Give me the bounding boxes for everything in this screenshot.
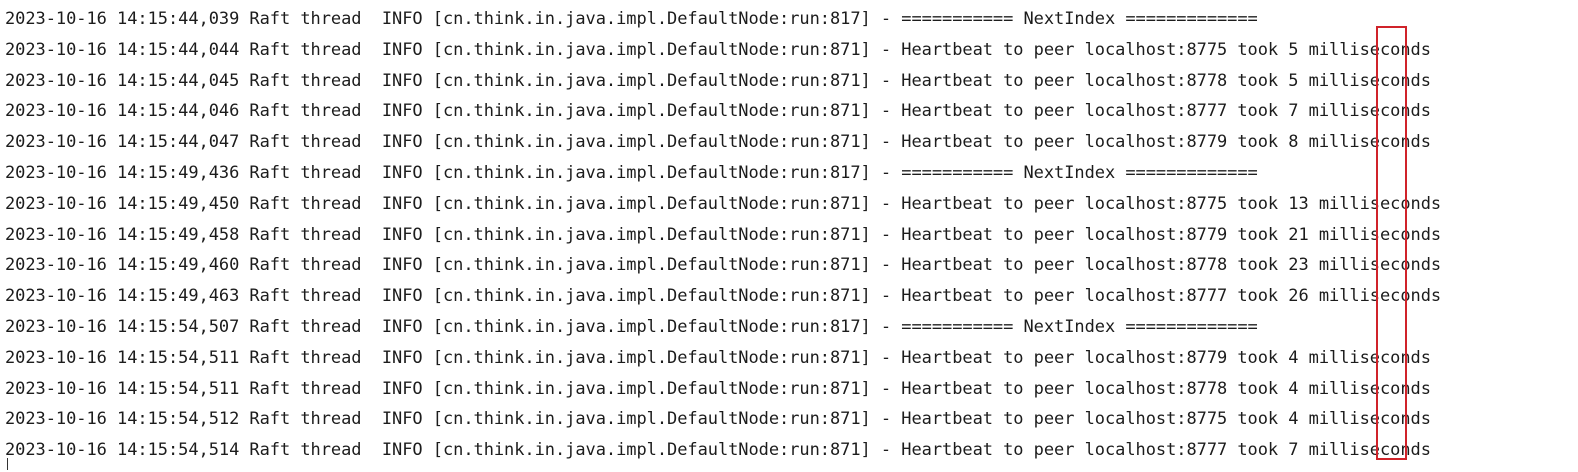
log-line: 2023-10-16 14:15:54,511 Raft thread INFO…	[5, 378, 1431, 399]
log-line: 2023-10-16 14:15:49,463 Raft thread INFO…	[5, 286, 1442, 307]
log-line: 2023-10-16 14:15:54,512 Raft thread INFO…	[5, 409, 1431, 430]
log-line: 2023-10-16 14:15:44,039 Raft thread INFO…	[5, 9, 1258, 29]
log-line: 2023-10-16 14:15:49,458 Raft thread INFO…	[5, 224, 1442, 245]
text-caret	[7, 458, 8, 470]
log-line: 2023-10-16 14:15:54,511 Raft thread INFO…	[5, 347, 1431, 368]
log-line: 2023-10-16 14:15:54,514 Raft thread INFO…	[5, 440, 1431, 461]
console-output[interactable]: 2023-10-16 14:15:44,039 Raft thread INFO…	[5, 4, 1575, 466]
log-line: 2023-10-16 14:15:49,450 Raft thread INFO…	[5, 193, 1442, 214]
log-line: 2023-10-16 14:15:44,046 Raft thread INFO…	[5, 101, 1431, 122]
log-line: 2023-10-16 14:15:54,507 Raft thread INFO…	[5, 316, 1258, 337]
log-line: 2023-10-16 14:15:44,045 Raft thread INFO…	[5, 70, 1431, 91]
log-line: 2023-10-16 14:15:44,047 Raft thread INFO…	[5, 132, 1431, 153]
log-line: 2023-10-16 14:15:44,044 Raft thread INFO…	[5, 39, 1431, 60]
log-line: 2023-10-16 14:15:49,460 Raft thread INFO…	[5, 255, 1442, 276]
log-line: 2023-10-16 14:15:49,436 Raft thread INFO…	[5, 162, 1258, 183]
